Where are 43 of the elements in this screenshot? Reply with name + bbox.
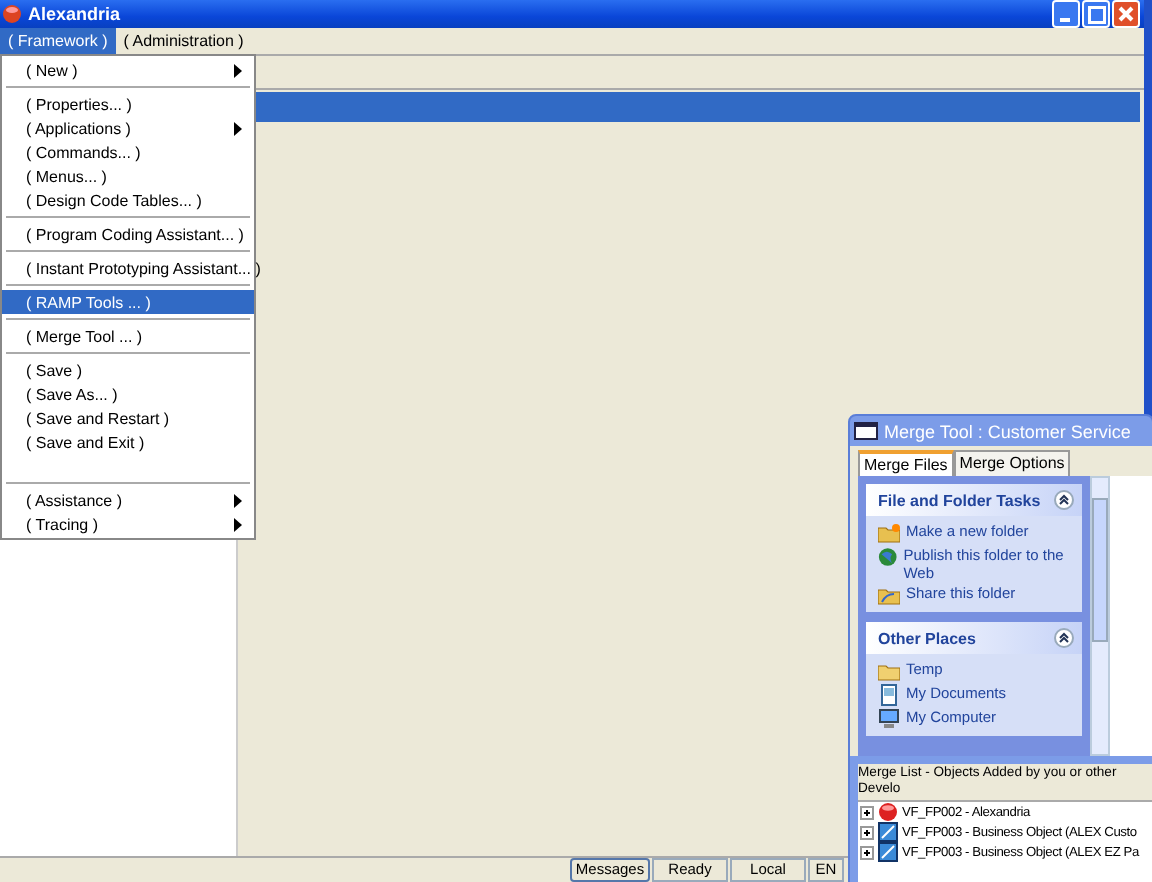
tab[interactable]: Merge Files: [858, 450, 954, 476]
window-title: Alexandria: [28, 4, 121, 24]
panel-title: File and Folder Tasks: [878, 491, 1041, 509]
scrollbar[interactable]: [1090, 476, 1110, 756]
menu-item[interactable]: ( Assistance ): [2, 488, 254, 512]
collapse-icon: [1054, 490, 1074, 510]
menu-item[interactable]: ( Commands... ): [2, 140, 254, 164]
tab[interactable]: Merge Options: [953, 450, 1071, 476]
menu-item[interactable]: ( Save and Restart ): [2, 406, 254, 430]
menu-item[interactable]: ( Design Code Tables... ): [2, 188, 254, 212]
menu-item[interactable]: ( Properties... ): [2, 92, 254, 116]
object-icon: [878, 842, 898, 862]
sphere-icon: [2, 4, 22, 24]
menu-item[interactable]: ( Applications ): [2, 116, 254, 140]
menu-item[interactable]: ( RAMP Tools ... ): [2, 290, 254, 314]
folder-icon: [878, 522, 900, 544]
menu-item[interactable]: ( New ): [2, 58, 254, 82]
menu-item[interactable]: ( Tracing ): [2, 512, 254, 536]
collapse-icon: [1054, 628, 1074, 648]
computer-icon: [878, 708, 900, 730]
folder-icon: [878, 660, 900, 682]
maximize-icon: [1087, 5, 1105, 23]
menu-bar-item[interactable]: ( Administration ): [115, 28, 252, 54]
folder-icon: [878, 584, 900, 606]
panel-title: Other Places: [878, 629, 976, 647]
document-icon: [878, 684, 900, 706]
menu-item[interactable]: ( Save ): [2, 358, 254, 382]
menu-item[interactable]: ( Save As... ): [2, 382, 254, 406]
object-icon: [878, 822, 898, 842]
menu-bar-item[interactable]: ( Framework ): [0, 28, 116, 54]
menu-item[interactable]: ( Program Coding Assistant... ): [2, 222, 254, 246]
minimize-button[interactable]: [1052, 0, 1080, 28]
menu-item[interactable]: ( Save and Exit ): [2, 430, 254, 454]
sphere-icon: [878, 802, 898, 822]
window-icon: [854, 422, 878, 440]
maximize-button[interactable]: [1082, 0, 1110, 28]
menu-item[interactable]: ( Merge Tool ... ): [2, 324, 254, 348]
close-icon: [1118, 6, 1134, 22]
globe-icon: [878, 546, 898, 568]
minimize-icon: [1060, 18, 1070, 22]
window-title: Merge Tool : Customer Service: [884, 421, 1131, 441]
close-button[interactable]: [1112, 0, 1140, 28]
menu-item[interactable]: ( Menus... ): [2, 164, 254, 188]
